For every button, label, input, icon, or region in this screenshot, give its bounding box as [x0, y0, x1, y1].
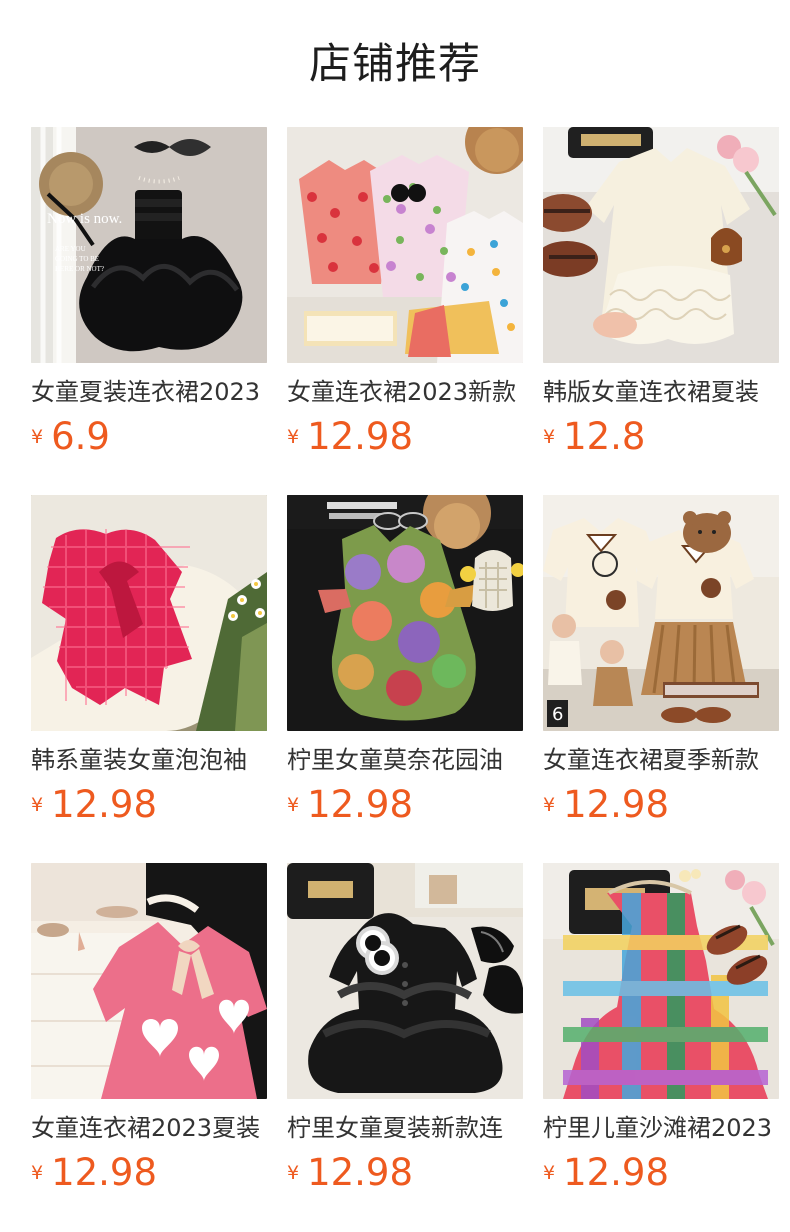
currency-symbol: ¥	[31, 1162, 44, 1184]
currency-symbol: ¥	[543, 1162, 556, 1184]
product-price: 12.98	[307, 415, 414, 458]
currency-symbol: ¥	[543, 794, 556, 816]
product-price: 12.98	[307, 783, 414, 826]
image-caption-line: ARE YOU	[55, 245, 86, 253]
price-row: ¥12.98	[31, 1149, 267, 1197]
monet-floral-dress-photo	[287, 495, 523, 731]
product-grid: Now is now. ARE YOU GOING TO BE HERE OR …	[31, 127, 779, 1194]
currency-symbol: ¥	[287, 794, 300, 816]
section-title: 店铺推荐	[308, 39, 481, 88]
product-title[interactable]: 柠里女童夏装新款连	[287, 1111, 523, 1145]
product-title[interactable]: 女童连衣裙2023新款	[287, 375, 523, 409]
black-tutu-dress-photo: Now is now. ARE YOU GOING TO BE HERE OR …	[31, 127, 267, 363]
product-card[interactable]: 韩版女童连衣裙夏装 ¥12.8	[543, 127, 779, 458]
product-image-pink-check-dress[interactable]	[31, 495, 267, 731]
currency-symbol: ¥	[287, 1162, 300, 1184]
price-row: ¥12.98	[287, 1149, 523, 1197]
image-caption-now: Now is now.	[47, 211, 122, 227]
price-row: ¥12.98	[543, 1149, 779, 1197]
black-ruffle-dress-photo	[287, 863, 523, 1099]
product-title[interactable]: 柠里儿童沙滩裙2023	[543, 1111, 779, 1145]
currency-symbol: ¥	[543, 426, 556, 448]
bear-polo-dresses-photo: 6	[543, 495, 779, 731]
product-card[interactable]: 女童连衣裙2023夏装 ¥12.98	[31, 863, 267, 1194]
currency-symbol: ¥	[287, 426, 300, 448]
pink-check-dress-photo	[31, 495, 267, 731]
product-card[interactable]: 女童连衣裙2023新款 ¥12.98	[287, 127, 523, 458]
product-price: 6.9	[51, 415, 110, 458]
svg-text:6: 6	[552, 704, 563, 725]
price-row: ¥12.98	[543, 781, 779, 829]
product-price: 12.98	[563, 1151, 670, 1194]
product-title[interactable]: 女童夏装连衣裙2023	[31, 375, 267, 409]
product-card[interactable]: 柠里女童莫奈花园油 ¥12.98	[287, 495, 523, 826]
cream-lace-dress-photo	[543, 127, 779, 363]
product-card[interactable]: 柠里女童夏装新款连 ¥12.98	[287, 863, 523, 1194]
product-image-bear-polo-dresses[interactable]: 6	[543, 495, 779, 731]
product-image-black-tutu-dress[interactable]: Now is now. ARE YOU GOING TO BE HERE OR …	[31, 127, 267, 363]
product-price: 12.98	[51, 1151, 158, 1194]
product-price: 12.98	[563, 783, 670, 826]
image-caption-line: HERE OR NOT?	[55, 265, 104, 273]
product-title[interactable]: 女童连衣裙2023夏装	[31, 1111, 267, 1145]
price-row: ¥12.98	[287, 781, 523, 829]
store-recommendations-page: 店铺推荐 Now is now. ARE YOU GOING TO BE HER…	[0, 0, 790, 1232]
price-row: ¥12.98	[31, 781, 267, 829]
currency-symbol: ¥	[31, 426, 44, 448]
product-title[interactable]: 韩版女童连衣裙夏装	[543, 375, 779, 409]
product-image-pink-heart-dress[interactable]	[31, 863, 267, 1099]
price-row: ¥12.98	[287, 413, 523, 461]
product-image-floral-dresses[interactable]	[287, 127, 523, 363]
product-price: 12.98	[307, 1151, 414, 1194]
product-card[interactable]: 柠里儿童沙滩裙2023 ¥12.98	[543, 863, 779, 1194]
product-title[interactable]: 女童连衣裙夏季新款	[543, 743, 779, 777]
product-title[interactable]: 韩系童装女童泡泡袖	[31, 743, 267, 777]
product-card[interactable]: 6 女童连衣裙夏季新款 ¥12.98	[543, 495, 779, 826]
image-caption-line: GOING TO BE	[55, 255, 99, 263]
price-row: ¥12.8	[543, 413, 779, 461]
floral-dresses-photo	[287, 127, 523, 363]
product-image-cream-lace-dress[interactable]	[543, 127, 779, 363]
pink-heart-dress-photo	[31, 863, 267, 1099]
product-image-plaid-beach-dress[interactable]	[543, 863, 779, 1099]
product-card[interactable]: 韩系童装女童泡泡袖 ¥12.98	[31, 495, 267, 826]
price-row: ¥6.9	[31, 413, 267, 461]
product-price: 12.8	[563, 415, 646, 458]
product-card[interactable]: Now is now. ARE YOU GOING TO BE HERE OR …	[31, 127, 267, 458]
product-image-monet-floral-dress[interactable]	[287, 495, 523, 731]
product-image-black-ruffle-dress[interactable]	[287, 863, 523, 1099]
product-price: 12.98	[51, 783, 158, 826]
currency-symbol: ¥	[31, 794, 44, 816]
plaid-beach-dress-photo	[543, 863, 779, 1099]
product-title[interactable]: 柠里女童莫奈花园油	[287, 743, 523, 777]
